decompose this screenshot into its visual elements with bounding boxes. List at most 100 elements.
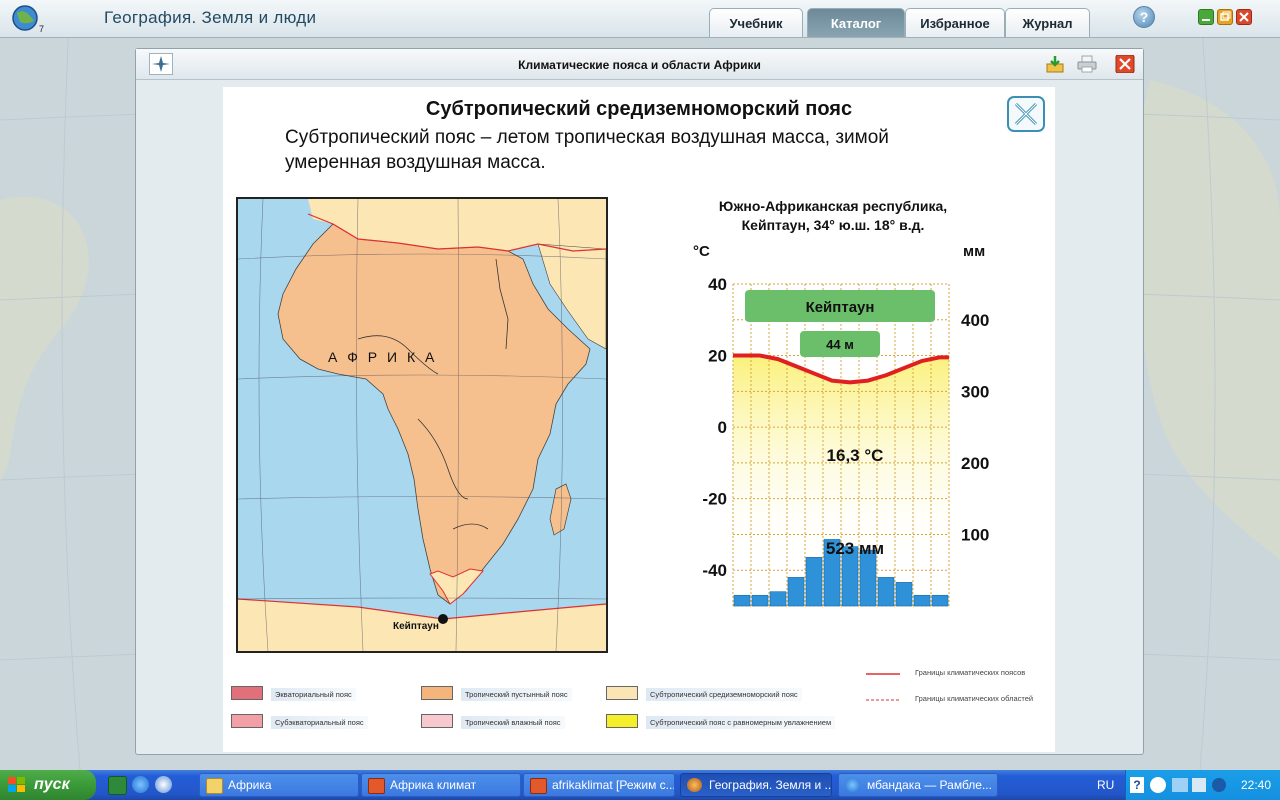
legend-label: Субтропический средиземноморский пояс: [646, 688, 802, 701]
precipitation-tick-label: 300: [961, 382, 989, 401]
taskbar: пуск Африка Африка климат afrikaklimat […: [0, 770, 1280, 800]
taskbar-item-ppt-2[interactable]: afrikaklimat [Режим с...: [523, 773, 675, 797]
app-icon: [687, 778, 702, 792]
start-label: пуск: [34, 776, 70, 793]
precipitation-bar: [877, 577, 895, 607]
precipitation-bar: [733, 594, 751, 607]
task-label: Африка климат: [390, 778, 477, 792]
quicklaunch-ie-icon[interactable]: [132, 776, 149, 793]
tab-textbook[interactable]: Учебник: [709, 8, 803, 37]
ppt-icon: [368, 778, 385, 794]
network-icon[interactable]: [1192, 778, 1206, 792]
climate-dialog: Климатические пояса и области Африки Суб…: [135, 48, 1144, 755]
app-header: 7 География. Земля и люди Учебник Катало…: [0, 0, 1280, 38]
download-icon[interactable]: [1045, 55, 1065, 73]
legend-line-label: Границы климатических поясов: [915, 668, 1026, 677]
legend-swatch-subtropical-mediterranean: [606, 686, 638, 700]
precipitation-bar: [805, 557, 823, 607]
taskbar-item-ppt-1[interactable]: Африка климат: [361, 773, 521, 797]
chart-title-line-2: Кейптаун, 34° ю.ш. 18° в.д.: [741, 217, 925, 233]
legend-line-label: Границы климатических областей: [915, 694, 1034, 703]
windows-flag-icon: [8, 777, 25, 792]
temperature-tick-label: 40: [708, 275, 727, 294]
legend-swatch-subtropical-uniform: [606, 714, 638, 728]
folder-icon: [206, 778, 223, 794]
temperature-tick-label: 20: [708, 347, 727, 366]
mean-temperature-label: 16,3 °C: [827, 446, 884, 465]
temperature-tick-label: -20: [702, 490, 727, 509]
task-label: afrikaklimat [Режим с...: [552, 778, 675, 792]
dialog-titlebar: Климатические пояса и области Африки: [136, 49, 1143, 80]
legend-label: Субтропический пояс с равномерным увлажн…: [646, 716, 836, 729]
tab-journal[interactable]: Журнал: [1005, 8, 1090, 37]
temperature-tick-label: 0: [718, 418, 727, 437]
tab-catalog[interactable]: Каталог: [807, 8, 905, 37]
globe-logo-icon[interactable]: 7: [8, 3, 48, 33]
legend-swatch-equatorial: [231, 686, 263, 700]
climatograph: °Cмм40200-20-40400300200100ЯММИСНКейптау…: [693, 243, 989, 614]
city-label: Кейптаун: [393, 621, 439, 632]
volume-icon[interactable]: [1172, 778, 1188, 792]
page-title: Субтропический средиземноморский пояс: [425, 98, 853, 120]
precipitation-unit-label: мм: [963, 243, 985, 260]
month-label: М: [810, 613, 822, 614]
legend-label: Тропический пустынный пояс: [461, 688, 572, 701]
month-label: И: [847, 613, 857, 614]
precipitation-bar: [751, 594, 769, 607]
task-label: мбандака — Рамбле...: [867, 778, 992, 792]
precipitation-bar: [787, 577, 805, 607]
taskbar-item-browser[interactable]: мбандака — Рамбле...: [838, 773, 998, 797]
region-boundary-line: [866, 699, 900, 701]
quicklaunch-browser-icon[interactable]: [155, 776, 172, 793]
tray-arrow-icon[interactable]: [1150, 777, 1166, 793]
month-label: Я: [739, 613, 749, 614]
minimize-icon[interactable]: [1198, 9, 1214, 25]
bluetooth-icon[interactable]: [1212, 778, 1226, 792]
language-indicator[interactable]: RU: [1097, 778, 1114, 792]
taskbar-item-folder[interactable]: Африка: [199, 773, 359, 797]
help-icon[interactable]: ?: [1133, 6, 1155, 28]
system-tray: ? 22:40: [1125, 770, 1280, 800]
ie-icon: [845, 778, 860, 792]
tab-favorites[interactable]: Избранное: [905, 8, 1005, 37]
app-title: География. Земля и люди: [104, 8, 317, 27]
precipitation-bar: [931, 594, 949, 607]
ppt-icon: [530, 778, 547, 794]
temperature-unit-label: °C: [693, 243, 710, 260]
chart-title-line-1: Южно-Африканская республика,: [718, 198, 948, 214]
print-icon[interactable]: [1077, 55, 1097, 73]
legend-label: Экваториальный пояс: [271, 688, 356, 701]
legend-label: Субэкваториальный пояс: [271, 716, 368, 729]
precipitation-bar: [895, 582, 913, 607]
svg-text:7: 7: [39, 24, 44, 33]
close-icon[interactable]: [1236, 9, 1252, 25]
annual-precipitation-label: 523 мм: [826, 539, 884, 558]
dialog-title: Климатические пояса и области Африки: [518, 58, 761, 72]
chart-title: Южно-Африканская республика, Кейптаун, 3…: [693, 197, 973, 235]
legend-swatch-subequatorial: [231, 714, 263, 728]
legend-swatch-tropical-desert: [421, 686, 453, 700]
legend-swatch-tropical-humid: [421, 714, 453, 728]
belt-description: Субтропический пояс – летом тропическая …: [285, 127, 889, 173]
taskbar-item-geography-app[interactable]: География. Земля и ...: [680, 773, 832, 797]
precipitation-bar: [913, 594, 931, 607]
restore-icon[interactable]: [1217, 9, 1233, 25]
close-x-icon: [1014, 102, 1038, 126]
precipitation-tick-label: 400: [961, 311, 989, 330]
close-icon[interactable]: [1115, 55, 1135, 73]
month-label: Н: [919, 613, 929, 614]
month-label: С: [883, 613, 893, 614]
precipitation-tick-label: 200: [961, 454, 989, 473]
continent-label: А Ф Р И К А: [328, 349, 438, 365]
belt-boundary-line: [866, 673, 900, 675]
close-content-button[interactable]: [1007, 96, 1045, 132]
quicklaunch-project-icon[interactable]: [108, 776, 127, 795]
africa-map-svg: [238, 199, 606, 651]
month-label: М: [774, 613, 786, 614]
start-button[interactable]: пуск: [0, 770, 96, 800]
precipitation-bar: [859, 549, 877, 607]
content-panel: Субтропический средиземноморский пояс Су…: [223, 87, 1055, 752]
precipitation-tick-label: 100: [961, 525, 989, 544]
help-tray-icon[interactable]: ?: [1130, 777, 1144, 793]
precipitation-bar: [769, 591, 787, 607]
